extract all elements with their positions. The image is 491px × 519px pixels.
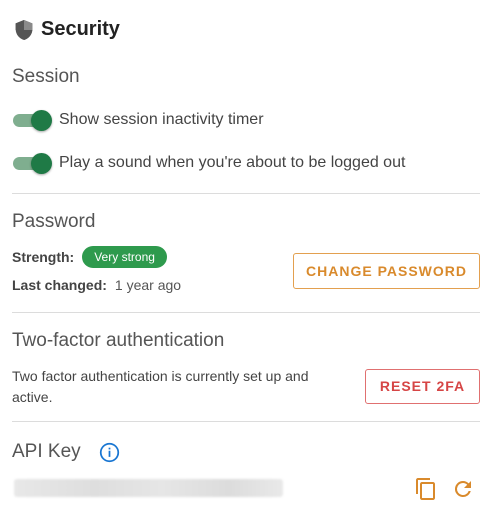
api-key-section-title: API Key [12, 441, 81, 462]
inactivity-timer-label: Show session inactivity timer [59, 111, 264, 128]
api-key-value-masked [14, 479, 283, 497]
two-factor-description: Two factor authentication is currently s… [12, 368, 309, 405]
strength-label: Strength: [12, 249, 75, 265]
toggle-row-inactivity-timer: Show session inactivity timer [13, 110, 264, 131]
reset-2fa-button[interactable]: RESET 2FA [365, 369, 480, 404]
inactivity-timer-toggle[interactable] [13, 110, 53, 131]
divider [12, 312, 480, 313]
password-section-title: Password [12, 211, 96, 232]
password-strength-row: Strength: Very strong [12, 246, 167, 268]
session-section-title: Session [12, 66, 80, 87]
shield-icon [15, 19, 33, 40]
last-changed-value: 1 year ago [114, 277, 182, 293]
two-factor-section-title: Two-factor authentication [12, 330, 225, 351]
toggle-knob [31, 110, 52, 131]
password-last-changed-row: Last changed: 1 year ago [12, 277, 181, 293]
copy-icon[interactable] [414, 477, 438, 501]
refresh-icon[interactable] [451, 477, 475, 501]
logout-sound-toggle[interactable] [13, 153, 53, 174]
security-panel: Security Session Show session inactivity… [0, 0, 491, 519]
change-password-button[interactable]: CHANGE PASSWORD [293, 253, 480, 289]
logout-sound-label: Play a sound when you're about to be log… [59, 154, 406, 171]
page-title: Security [41, 18, 120, 40]
strength-badge: Very strong [82, 246, 167, 268]
toggle-knob [31, 153, 52, 174]
security-header: Security [14, 18, 120, 41]
divider [12, 421, 480, 422]
toggle-row-logout-sound: Play a sound when you're about to be log… [13, 153, 406, 174]
info-icon[interactable] [99, 442, 120, 463]
last-changed-label: Last changed: [12, 277, 107, 293]
divider [12, 193, 480, 194]
